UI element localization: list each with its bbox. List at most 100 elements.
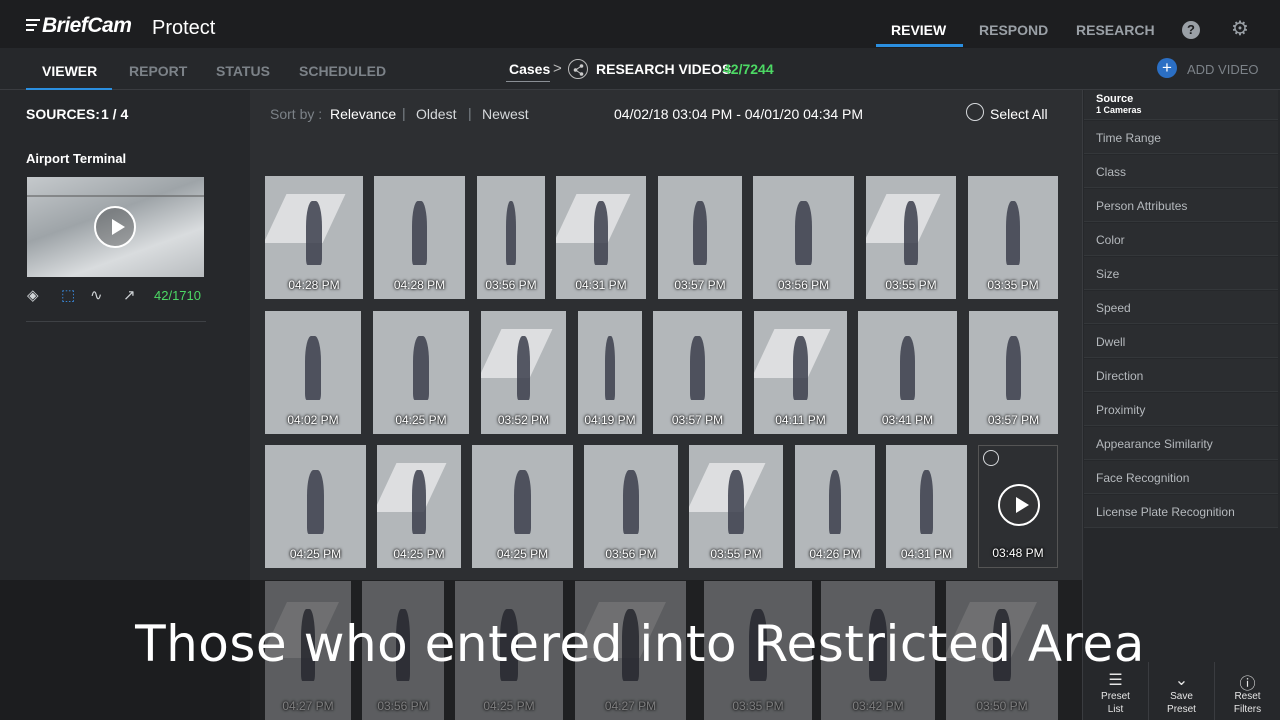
result-thumbnail[interactable]: 04:25 PM	[373, 311, 469, 434]
person-figure	[795, 200, 812, 265]
reset-filters-button[interactable]: ⓘ Reset Filters	[1214, 662, 1280, 720]
direction-icon[interactable]: ↗	[123, 286, 136, 304]
date-range[interactable]: 04/02/18 03:04 PM - 04/01/20 04:34 PM	[614, 106, 863, 122]
filter-dwell[interactable]: Dwell	[1084, 325, 1278, 358]
result-thumbnail[interactable]: 03:57 PM	[658, 176, 742, 299]
play-icon[interactable]	[94, 206, 136, 248]
select-all-checkbox[interactable]	[966, 103, 984, 121]
save-preset-button[interactable]: ⌄ Save Preset	[1148, 662, 1214, 720]
divider	[26, 321, 206, 322]
results-count: 42/7244	[723, 61, 774, 77]
nav-respond[interactable]: RESPOND	[979, 22, 1048, 38]
result-thumbnail[interactable]: 03:48 PM	[978, 445, 1058, 568]
product-name: Protect	[152, 17, 216, 39]
sort-oldest[interactable]: Oldest	[416, 106, 456, 122]
filter-source[interactable]: Source 1 Cameras	[1084, 90, 1278, 120]
thumbnail-timestamp: 04:02 PM	[287, 413, 339, 427]
result-thumbnail[interactable]: 03:52 PM	[481, 311, 566, 434]
result-thumbnail[interactable]: 04:25 PM	[472, 445, 573, 568]
person-figure	[623, 469, 639, 534]
thumbnail-timestamp: 04:25 PM	[496, 547, 549, 561]
filter-source-sub: 1 Cameras	[1096, 105, 1142, 115]
person-figure	[593, 200, 609, 265]
filter-proximity[interactable]: Proximity	[1084, 393, 1278, 426]
result-thumbnail[interactable]: 04:25 PM	[377, 445, 461, 568]
filter-face-recognition[interactable]: Face Recognition	[1084, 461, 1278, 494]
layers-icon[interactable]: ◈	[27, 286, 39, 304]
result-thumbnail[interactable]: 03:57 PM	[653, 311, 742, 434]
share-icon[interactable]	[568, 59, 588, 79]
region-icon[interactable]: ⬚	[61, 286, 75, 304]
filter-label: Person Attributes	[1096, 199, 1188, 213]
top-bar: BriefCam Protect REVIEW RESPOND RESEARCH…	[0, 0, 1280, 48]
preset-list-button[interactable]: ☰ Preset List	[1082, 662, 1148, 720]
thumbnail-timestamp: 04:28 PM	[393, 278, 446, 292]
thumbnail-timestamp: 03:55 PM	[710, 547, 762, 561]
result-thumbnail[interactable]: 04:28 PM	[374, 176, 465, 299]
person-figure	[690, 335, 705, 400]
camera-result-count: 42/1710	[154, 288, 201, 303]
person-figure	[1005, 200, 1021, 265]
result-thumbnail[interactable]: 03:57 PM	[969, 311, 1058, 434]
help-icon[interactable]: ?	[1182, 21, 1200, 39]
result-thumbnail[interactable]: 03:35 PM	[968, 176, 1058, 299]
nav-research[interactable]: RESEARCH	[1076, 22, 1155, 38]
filter-label: Time Range	[1096, 131, 1161, 145]
sort-newest[interactable]: Newest	[482, 106, 529, 122]
filter-person-attributes[interactable]: Person Attributes	[1084, 189, 1278, 222]
thumbnail-timestamp: 03:56 PM	[485, 278, 537, 292]
thumbnail-timestamp: 03:48 PM	[992, 546, 1044, 560]
breadcrumb-cases[interactable]: Cases	[509, 61, 550, 77]
play-icon[interactable]	[998, 484, 1040, 526]
filter-label: Appearance Similarity	[1096, 437, 1213, 451]
filter-label: Proximity	[1096, 403, 1146, 417]
result-thumbnail[interactable]: 04:19 PM	[578, 311, 642, 434]
result-thumbnail[interactable]: 04:26 PM	[795, 445, 875, 568]
result-thumbnail[interactable]: 04:28 PM	[265, 176, 363, 299]
sort-relevance[interactable]: Relevance	[330, 106, 396, 122]
filter-time-range[interactable]: Time Range	[1084, 121, 1278, 154]
person-figure	[412, 469, 426, 534]
filter-class[interactable]: Class	[1084, 155, 1278, 188]
plus-icon[interactable]: +	[1157, 58, 1177, 78]
filter-speed[interactable]: Speed	[1084, 291, 1278, 324]
result-thumbnail[interactable]: 04:25 PM	[265, 445, 366, 568]
path-icon[interactable]: ∿	[90, 286, 103, 304]
result-thumbnail[interactable]: 03:56 PM	[477, 176, 545, 299]
thumbnail-timestamp: 04:25 PM	[395, 413, 447, 427]
select-all-label[interactable]: Select All	[990, 106, 1048, 122]
filter-color[interactable]: Color	[1084, 223, 1278, 256]
filter-appearance-similarity[interactable]: Appearance Similarity	[1084, 427, 1278, 460]
result-thumbnail[interactable]: 04:31 PM	[886, 445, 967, 568]
person-figure	[516, 335, 531, 400]
filter-label: Color	[1096, 233, 1125, 247]
breadcrumb-underline	[506, 81, 550, 82]
result-thumbnail[interactable]: 03:55 PM	[866, 176, 956, 299]
thumbnail-select-checkbox[interactable]	[983, 450, 999, 466]
filter-size[interactable]: Size	[1084, 257, 1278, 290]
tab-status[interactable]: STATUS	[216, 63, 270, 79]
person-figure	[306, 200, 322, 265]
result-thumbnail[interactable]: 03:41 PM	[858, 311, 957, 434]
camera-name: Airport Terminal	[26, 151, 127, 166]
sort-separator: |	[468, 105, 472, 121]
result-thumbnail[interactable]: 04:11 PM	[754, 311, 847, 434]
add-video-button[interactable]: ADD VIDEO	[1187, 62, 1259, 77]
tab-report[interactable]: REPORT	[129, 63, 187, 79]
brand-logo-icon	[26, 19, 40, 34]
result-thumbnail[interactable]: 03:56 PM	[584, 445, 678, 568]
result-thumbnail[interactable]: 03:55 PM	[689, 445, 783, 568]
thumbnail-timestamp: 03:52 PM	[497, 413, 550, 427]
sources-label: SOURCES:	[26, 106, 100, 122]
thumbnail-timestamp: 04:11 PM	[775, 413, 826, 427]
result-thumbnail[interactable]: 04:02 PM	[265, 311, 361, 434]
nav-review[interactable]: REVIEW	[891, 22, 946, 38]
tab-viewer[interactable]: VIEWER	[42, 63, 97, 79]
filter-direction[interactable]: Direction	[1084, 359, 1278, 392]
tab-scheduled[interactable]: SCHEDULED	[299, 63, 386, 79]
result-thumbnail[interactable]: 04:31 PM	[556, 176, 646, 299]
gear-icon[interactable]: ⚙	[1231, 19, 1249, 39]
filter-license-plate-recognition[interactable]: License Plate Recognition	[1084, 495, 1278, 528]
result-thumbnail[interactable]: 03:56 PM	[753, 176, 854, 299]
camera-thumbnail[interactable]	[27, 177, 204, 277]
